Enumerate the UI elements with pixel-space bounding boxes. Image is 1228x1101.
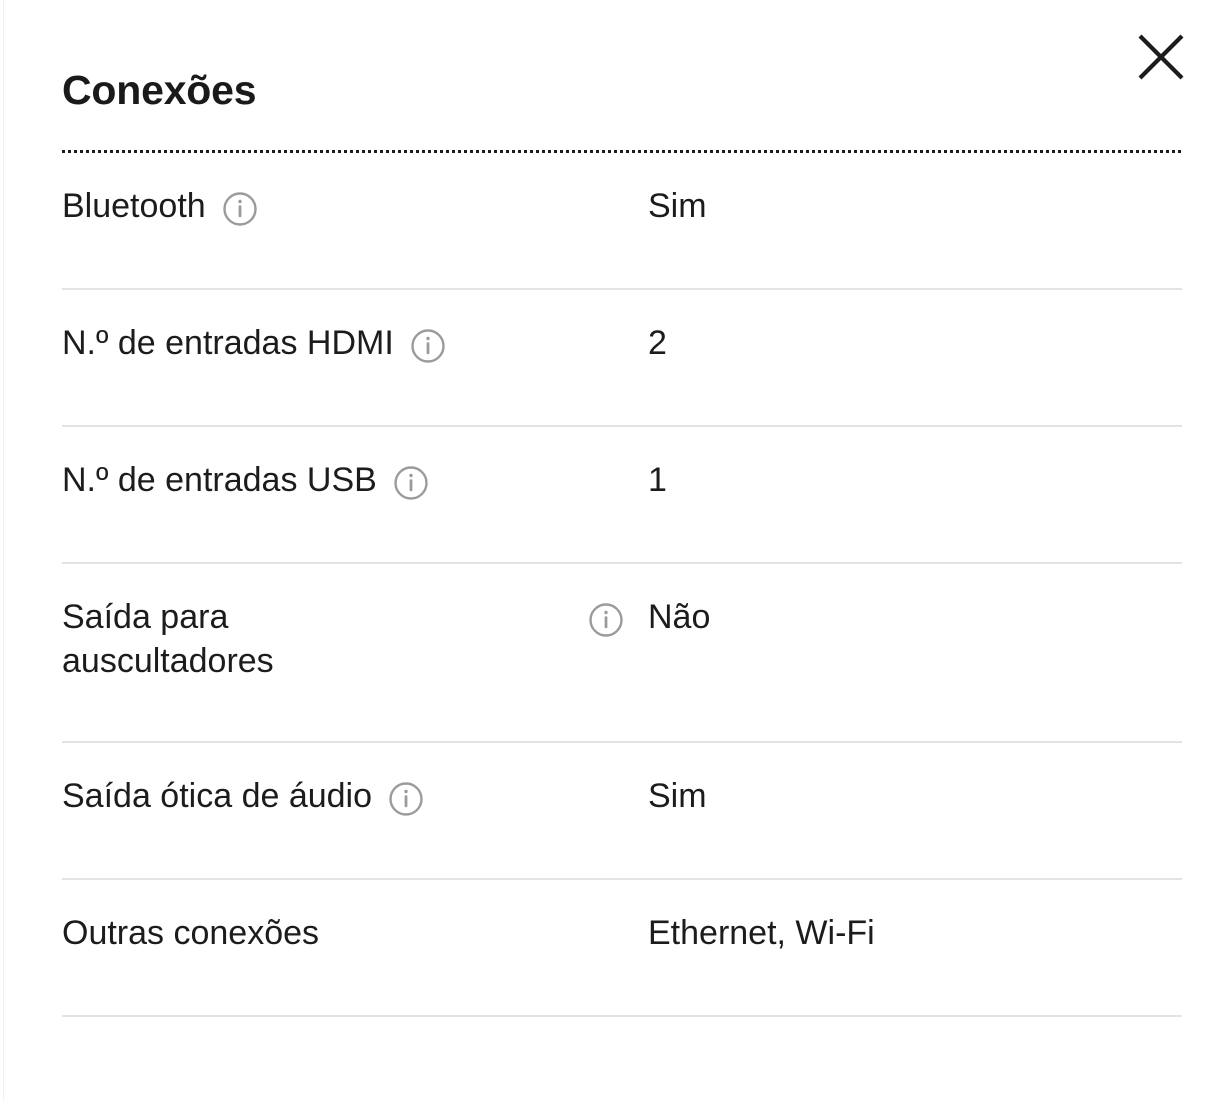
spec-value: 2 <box>648 324 667 362</box>
spec-label: N.º de entradas HDMI <box>62 324 394 362</box>
info-icon[interactable] <box>410 328 446 364</box>
specs-table: Bluetooth Sim N.º de entradas HDMI 2 N.º… <box>62 153 1182 1017</box>
page-title: Conexões <box>62 67 257 113</box>
label-group: N.º de entradas HDMI <box>62 322 446 366</box>
table-row: Saída para auscultadores Não <box>62 564 1182 743</box>
table-row: N.º de entradas HDMI 2 <box>62 290 1182 427</box>
label-group: N.º de entradas USB <box>62 459 429 503</box>
spec-label: Saída ótica de áudio <box>62 777 373 815</box>
info-icon[interactable] <box>222 191 258 227</box>
spec-label-cell: Outras conexões <box>62 912 648 956</box>
close-icon <box>1135 31 1187 83</box>
spec-value: 1 <box>648 461 667 499</box>
spec-value: Sim <box>648 777 707 815</box>
spec-value: Não <box>648 598 711 636</box>
info-icon[interactable] <box>388 781 424 817</box>
spec-label-cell: Bluetooth <box>62 185 648 229</box>
spec-label-cell: N.º de entradas USB <box>62 459 648 503</box>
panel-left-edge <box>3 0 4 1101</box>
info-icon[interactable] <box>588 602 624 638</box>
label-group: Saída ótica de áudio <box>62 775 424 819</box>
table-row: Outras conexões Ethernet, Wi-Fi <box>62 880 1182 1017</box>
spec-value: Sim <box>648 187 707 225</box>
connections-panel: Conexões Bluetooth Sim N.º de entradas H… <box>0 0 1228 1101</box>
label-group: Bluetooth <box>62 185 258 229</box>
table-row: Saída ótica de áudio Sim <box>62 743 1182 880</box>
label-group: Outras conexões <box>62 912 319 956</box>
spec-label-cell: Saída ótica de áudio <box>62 775 648 819</box>
spec-label: N.º de entradas USB <box>62 461 377 499</box>
spec-label: Saída para auscultadores <box>62 598 274 680</box>
close-button[interactable] <box>1126 22 1196 92</box>
spec-label: Bluetooth <box>62 187 206 225</box>
spec-label-cell: N.º de entradas HDMI <box>62 322 648 366</box>
info-icon[interactable] <box>393 465 429 501</box>
table-row: N.º de entradas USB 1 <box>62 427 1182 564</box>
table-row: Bluetooth Sim <box>62 153 1182 290</box>
spec-value: Ethernet, Wi-Fi <box>648 914 875 952</box>
spec-label-cell: Saída para auscultadores <box>62 596 648 683</box>
spec-label: Outras conexões <box>62 914 320 952</box>
